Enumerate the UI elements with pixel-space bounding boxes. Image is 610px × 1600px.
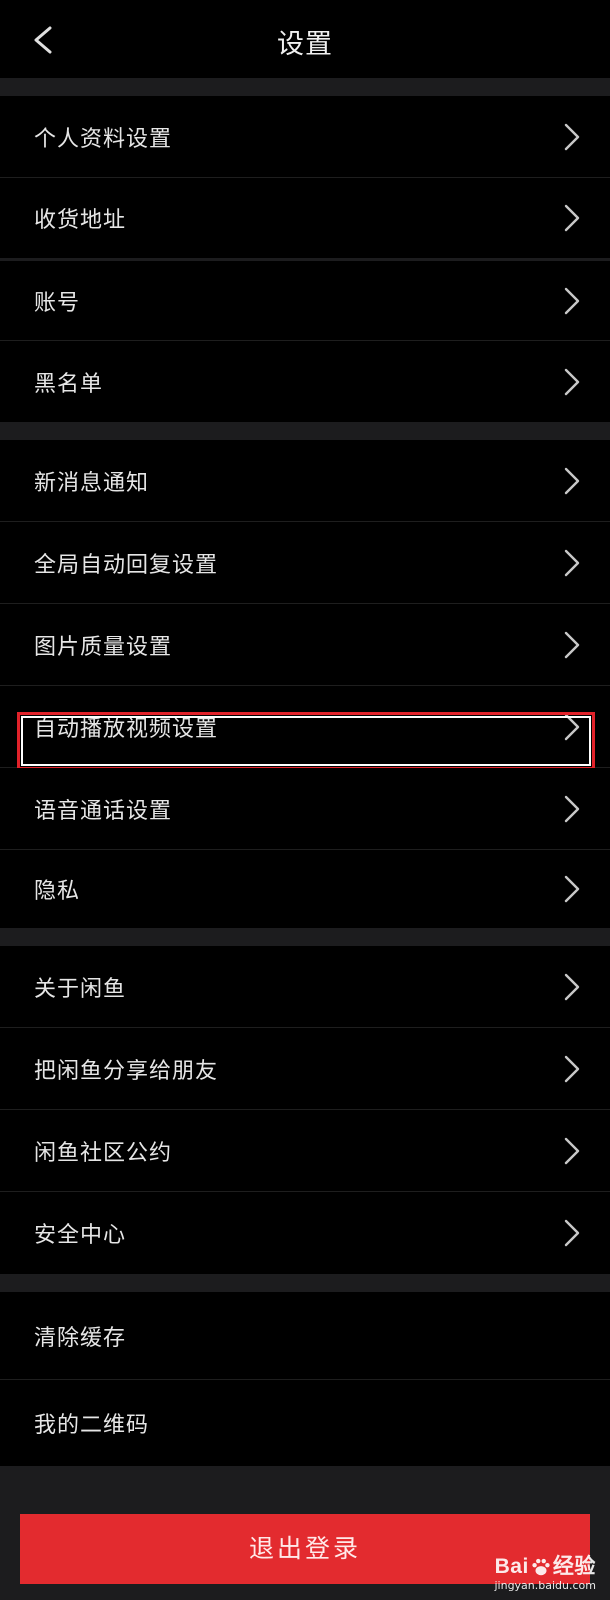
settings-item-voice-call[interactable]: 语音通话设置 — [0, 768, 610, 850]
settings-item-blacklist[interactable]: 黑名单 — [0, 341, 610, 422]
chevron-right-icon — [564, 795, 580, 822]
section-divider — [0, 422, 610, 440]
chevron-right-icon — [564, 467, 580, 494]
settings-item-address[interactable]: 收货地址 — [0, 178, 610, 258]
settings-item-label: 闲鱼社区公约 — [34, 1140, 173, 1166]
settings-item-label: 图片质量设置 — [34, 634, 173, 660]
chevron-right-icon — [564, 368, 580, 395]
top-bar: 设置 — [0, 0, 610, 78]
settings-item-label: 新消息通知 — [34, 470, 150, 496]
settings-item-auto-reply[interactable]: 全局自动回复设置 — [0, 522, 610, 604]
settings-item-privacy[interactable]: 隐私 — [0, 850, 610, 928]
chevron-right-icon — [564, 549, 580, 576]
section-divider — [0, 78, 610, 96]
settings-item-security-center[interactable]: 安全中心 — [0, 1192, 610, 1274]
settings-item-label: 黑名单 — [34, 371, 104, 397]
settings-item-label: 关于闲鱼 — [34, 976, 127, 1002]
chevron-right-icon — [564, 287, 580, 314]
settings-item-new-message-notification[interactable]: 新消息通知 — [0, 440, 610, 522]
chevron-right-icon — [564, 875, 580, 903]
settings-item-label: 个人资料设置 — [34, 126, 173, 152]
chevron-right-icon — [564, 713, 580, 740]
settings-item-about[interactable]: 关于闲鱼 — [0, 946, 610, 1028]
settings-item-label: 账号 — [34, 290, 81, 316]
chevron-right-icon — [564, 1219, 580, 1247]
chevron-right-icon — [564, 973, 580, 1000]
settings-item-label: 语音通话设置 — [34, 798, 173, 824]
settings-item-autoplay-video[interactable]: 自动播放视频设置 — [0, 686, 610, 768]
settings-item-label: 自动播放视频设置 — [34, 716, 219, 742]
chevron-right-icon — [564, 123, 580, 150]
settings-item-label: 隐私 — [34, 879, 81, 904]
settings-item-label: 全局自动回复设置 — [34, 552, 219, 578]
settings-item-label: 收货地址 — [34, 208, 127, 233]
settings-item-clear-cache[interactable]: 清除缓存 — [0, 1292, 610, 1380]
chevron-right-icon — [564, 1137, 580, 1164]
settings-item-my-qrcode[interactable]: 我的二维码 — [0, 1380, 610, 1466]
settings-item-account[interactable]: 账号 — [0, 261, 610, 341]
chevron-right-icon — [564, 1055, 580, 1082]
section-divider — [0, 928, 610, 946]
page-title: 设置 — [277, 29, 333, 60]
settings-item-label: 我的二维码 — [34, 1413, 150, 1438]
logout-button[interactable]: 退出登录 — [20, 1514, 590, 1584]
settings-item-profile[interactable]: 个人资料设置 — [0, 96, 610, 178]
settings-item-label: 清除缓存 — [34, 1325, 127, 1351]
settings-item-share[interactable]: 把闲鱼分享给朋友 — [0, 1028, 610, 1110]
section-divider — [0, 1274, 610, 1292]
chevron-right-icon — [564, 631, 580, 658]
settings-item-label: 把闲鱼分享给朋友 — [34, 1058, 219, 1084]
settings-item-image-quality[interactable]: 图片质量设置 — [0, 604, 610, 686]
settings-item-label: 安全中心 — [34, 1223, 127, 1248]
settings-item-community-rules[interactable]: 闲鱼社区公约 — [0, 1110, 610, 1192]
chevron-right-icon — [564, 204, 580, 232]
